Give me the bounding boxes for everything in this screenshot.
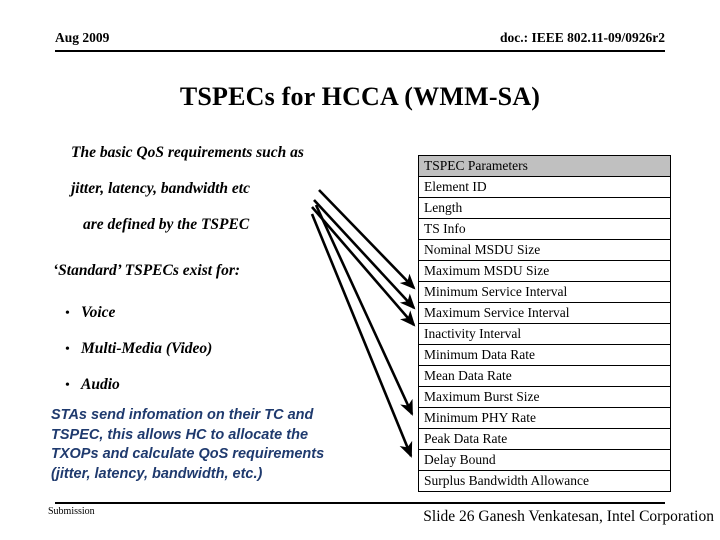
header-divider bbox=[55, 50, 665, 52]
table-cell: Length bbox=[419, 197, 670, 219]
table-cell: Nominal MSDU Size bbox=[419, 239, 670, 261]
table-row: Minimum PHY Rate bbox=[419, 407, 670, 429]
header-date: Aug 2009 bbox=[55, 30, 110, 45]
table-row: Element ID bbox=[419, 176, 670, 198]
table-cell: Maximum MSDU Size bbox=[419, 260, 670, 282]
table-cell: Minimum Data Rate bbox=[419, 344, 670, 366]
table-cell: TS Info bbox=[419, 218, 670, 240]
intro-line-3: are defined by the TSPEC bbox=[83, 216, 250, 233]
table-cell: Maximum Service Interval bbox=[419, 302, 670, 324]
table-cell: Minimum Service Interval bbox=[419, 281, 670, 303]
header-document-number: doc.: IEEE 802.11-09/0926r2 bbox=[499, 30, 665, 45]
table-row: Delay Bound bbox=[419, 449, 670, 471]
table-row: Length bbox=[419, 197, 670, 219]
table-row: Nominal MSDU Size bbox=[419, 239, 670, 261]
table-row: Inactivity Interval bbox=[419, 323, 670, 345]
table-row: Peak Data Rate bbox=[419, 428, 670, 450]
bullet-icon: • bbox=[65, 306, 70, 321]
standard-tspecs-lead: ‘Standard’ TSPECs exist for: bbox=[53, 262, 241, 279]
arrow-icon-1 bbox=[318, 189, 416, 290]
intro-line-2: jitter, latency, bandwidth etc bbox=[71, 180, 250, 197]
table-row: Maximum MSDU Size bbox=[419, 260, 670, 282]
table-row: Surplus Bandwidth Allowance bbox=[419, 471, 670, 492]
list-item-label: Audio bbox=[81, 376, 120, 393]
highlight-paragraph-line-4: (jitter, latency, bandwidth, etc.) bbox=[51, 465, 263, 482]
table-cell: Inactivity Interval bbox=[419, 323, 670, 345]
table-cell: Delay Bound bbox=[419, 449, 670, 471]
highlight-paragraph-line-1: STAs send infomation on their TC and bbox=[51, 407, 314, 423]
table-row: Maximum Burst Size bbox=[419, 386, 670, 408]
highlight-paragraph-line-3: TXOPs and calculate QoS requirements bbox=[51, 446, 325, 462]
tspec-table-body: TSPEC Parameters Element ID Length TS In… bbox=[419, 156, 670, 491]
tspec-parameters-table: TSPEC Parameters Element ID Length TS In… bbox=[418, 155, 671, 492]
list-item: • Audio bbox=[65, 376, 120, 394]
intro-line-1: The basic QoS requirements such as bbox=[71, 144, 304, 161]
arrow-icon-3 bbox=[311, 206, 416, 327]
table-row: TS Info bbox=[419, 218, 670, 240]
page-title: TSPECs for HCCA (WMM-SA) bbox=[179, 82, 541, 111]
list-item: • Voice bbox=[65, 304, 115, 322]
table-cell: Minimum PHY Rate bbox=[419, 407, 670, 429]
table-cell: Surplus Bandwidth Allowance bbox=[424, 473, 589, 488]
arrow-icon-2 bbox=[313, 199, 416, 310]
list-item-label: Voice bbox=[81, 304, 116, 321]
list-item: • Multi-Media (Video) bbox=[65, 340, 212, 358]
table-header-cell: TSPEC Parameters bbox=[419, 156, 670, 177]
highlight-paragraph-line-2: TSPEC, this allows HC to allocate the bbox=[51, 426, 309, 443]
table-row: Minimum Service Interval bbox=[419, 281, 670, 303]
list-item-label: Multi-Media (Video) bbox=[81, 340, 213, 357]
bullet-icon: • bbox=[65, 342, 70, 357]
table-row: Mean Data Rate bbox=[419, 365, 670, 387]
arrow-icon-4 bbox=[314, 204, 414, 416]
slide-canvas: Aug 2009 doc.: IEEE 802.11-09/0926r2 TSP… bbox=[0, 0, 720, 540]
slide-header: Aug 2009 doc.: IEEE 802.11-09/0926r2 bbox=[55, 30, 665, 52]
table-header-row: TSPEC Parameters bbox=[419, 156, 670, 177]
highlight-paragraph: STAs send infomation on their TC and TSP… bbox=[51, 406, 423, 484]
bullet-icon: • bbox=[65, 378, 70, 393]
table-cell: Element ID bbox=[419, 176, 670, 198]
table-cell: Mean Data Rate bbox=[419, 365, 670, 387]
footer-divider bbox=[55, 502, 665, 504]
table-row: Minimum Data Rate bbox=[419, 344, 670, 366]
footer-slide-attribution: Slide 26 Ganesh Venkatesan, Intel Corpor… bbox=[423, 508, 714, 525]
table-row: Maximum Service Interval bbox=[419, 302, 670, 324]
table-cell: Maximum Burst Size bbox=[419, 386, 670, 408]
table-cell: Peak Data Rate bbox=[419, 428, 670, 450]
